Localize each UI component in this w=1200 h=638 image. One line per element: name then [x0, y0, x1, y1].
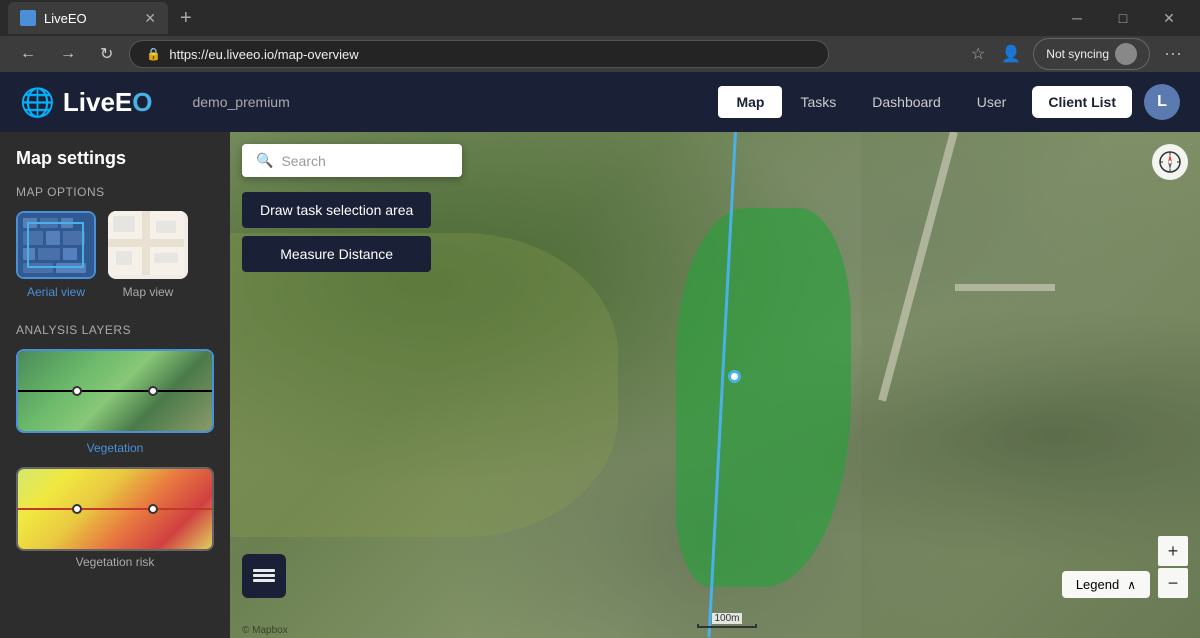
layers-icon [253, 565, 275, 587]
road-horizontal [955, 284, 1055, 291]
compass-icon[interactable] [1152, 144, 1188, 180]
aerial-view-label: Aerial view [27, 285, 85, 299]
active-tab[interactable]: LiveEO ✕ [8, 2, 168, 34]
tab-title: LiveEO [44, 11, 87, 26]
new-tab-button[interactable]: + [172, 7, 200, 30]
vegetation-line [18, 390, 212, 392]
aerial-thumb-bg [18, 213, 94, 277]
logo-globe-icon: 🌐 [20, 86, 55, 119]
logo-text: LiveEO [63, 87, 153, 118]
nav-item-tasks[interactable]: Tasks [782, 86, 854, 118]
mapbox-attribution: © Mapbox [242, 625, 288, 636]
forward-button[interactable]: → [52, 41, 84, 67]
browser-menu-icon[interactable]: ⋯ [1158, 40, 1188, 69]
search-icon: 🔍 [256, 152, 273, 169]
vegetation-risk-layer-card[interactable] [16, 467, 214, 551]
vegetation-risk-layer-bg [18, 469, 212, 549]
tab-close-icon[interactable]: ✕ [144, 10, 156, 27]
map-search-input[interactable]: 🔍 Search [242, 144, 462, 177]
address-bar[interactable]: 🔒 https://eu.liveeo.io/map-overview [129, 40, 829, 68]
close-button[interactable]: ✕ [1146, 0, 1192, 36]
terrain-field-left [230, 233, 618, 537]
vegetation-layer-thumb [18, 351, 212, 431]
vegrisk-dot-right [148, 504, 158, 514]
legend-bar[interactable]: Legend ∧ [1062, 571, 1150, 598]
terrain-field-right [861, 132, 1200, 638]
nav-item-user[interactable]: User [959, 86, 1025, 118]
layers-fab-button[interactable] [242, 554, 286, 598]
map-view-option[interactable]: Map view [108, 211, 188, 299]
vegetation-layer-card[interactable] [16, 349, 214, 433]
analysis-layers-label: Analysis layers [16, 323, 214, 337]
not-syncing-button[interactable]: Not syncing [1033, 38, 1150, 70]
measure-distance-button[interactable]: Measure Distance [242, 236, 431, 272]
zoom-controls: + − [1158, 536, 1188, 598]
refresh-button[interactable]: ↻ [92, 40, 121, 68]
map-view-thumb [108, 211, 188, 279]
map-search-bar[interactable]: 🔍 Search [242, 144, 462, 177]
aerial-thumb-svg [18, 213, 94, 277]
green-vegetation-area [676, 208, 851, 588]
map-area[interactable]: 🔍 Search Draw task selection area Measur… [230, 132, 1200, 638]
navbar: 🌐 LiveEO demo_premium Map Tasks Dashboar… [0, 72, 1200, 132]
map-thumb-svg [108, 211, 184, 275]
map-background: 🔍 Search Draw task selection area Measur… [230, 132, 1200, 638]
logo: 🌐 LiveEO [20, 86, 152, 119]
star-button[interactable]: ☆ [967, 40, 989, 68]
sidebar-title: Map settings [16, 148, 214, 169]
vegetation-layer-bg [18, 351, 212, 431]
sidebar: Map settings Map options [0, 132, 230, 638]
map-thumb-bg [108, 211, 188, 279]
vegetation-dot-right [148, 386, 158, 396]
vegetation-risk-layer-thumb [18, 469, 212, 549]
zoom-out-button[interactable]: − [1158, 568, 1188, 598]
map-options-grid: Aerial view [16, 211, 214, 299]
user-avatar[interactable]: L [1144, 84, 1180, 120]
legend-chevron-icon: ∧ [1127, 578, 1136, 592]
scale-bar: 100m [697, 613, 757, 628]
vegrisk-line [18, 508, 212, 510]
map-buttons: Draw task selection area Measure Distanc… [242, 192, 431, 272]
minimize-button[interactable]: ─ [1054, 0, 1100, 36]
scale-label: 100m [712, 613, 741, 624]
address-text: https://eu.liveeo.io/map-overview [169, 47, 358, 62]
sync-avatar [1115, 43, 1137, 65]
legend-label: Legend [1076, 577, 1119, 592]
vegetation-layer-label: Vegetation [16, 441, 214, 455]
maximize-button[interactable]: □ [1100, 0, 1146, 36]
not-syncing-label: Not syncing [1046, 47, 1109, 61]
aerial-view-thumb [16, 211, 96, 279]
zoom-in-button[interactable]: + [1158, 536, 1188, 566]
nav-item-dashboard[interactable]: Dashboard [854, 86, 959, 118]
aerial-view-option[interactable]: Aerial view [16, 211, 96, 299]
compass-svg [1158, 150, 1182, 174]
draw-task-button[interactable]: Draw task selection area [242, 192, 431, 228]
tab-favicon [20, 10, 36, 26]
nav-items: Map Tasks Dashboard User Client List L [718, 84, 1180, 120]
client-list-button[interactable]: Client List [1032, 86, 1132, 118]
demo-label: demo_premium [192, 94, 289, 110]
profile-button[interactable]: 👤 [997, 40, 1025, 68]
nav-item-map[interactable]: Map [718, 86, 782, 118]
vegetation-risk-layer-label: Vegetation risk [16, 555, 214, 569]
scale-line [697, 624, 757, 628]
vegrisk-dot-left [72, 504, 82, 514]
back-button[interactable]: ← [12, 41, 44, 67]
search-placeholder: Search [281, 153, 325, 169]
lock-icon: 🔒 [146, 47, 161, 61]
map-view-label: Map view [123, 285, 174, 299]
vegetation-dot-left [72, 386, 82, 396]
map-options-label: Map options [16, 185, 214, 199]
